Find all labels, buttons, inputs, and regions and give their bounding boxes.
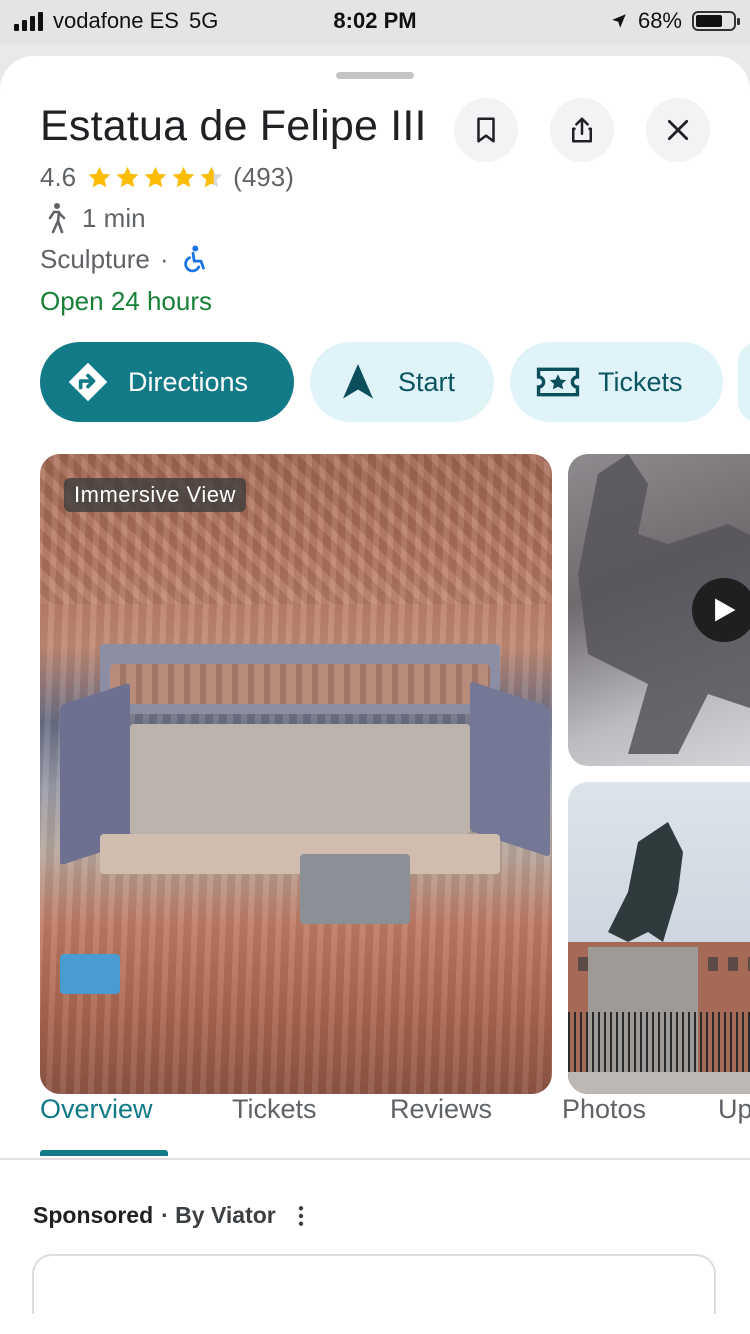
save-button[interactable] [454,98,518,162]
start-label: Start [398,366,456,397]
star-rating [86,164,225,191]
start-button[interactable]: Start [310,342,494,422]
tickets-button[interactable]: Tickets [510,342,723,422]
tab-updates[interactable]: Up [718,1094,750,1125]
star-half-icon [200,166,223,188]
equestrian-statue [568,822,750,1094]
sponsored-by: · By Viator [161,1202,276,1228]
sponsored-label: Sponsored [33,1202,154,1228]
tab-overview[interactable]: Overview [40,1094,153,1125]
walk-time: 1 min [82,202,146,233]
directions-icon [68,362,108,402]
statue-video-thumbnail[interactable] [568,454,750,766]
category-row: Sculpture · [40,244,207,275]
star-icon [144,166,167,188]
place-category: Sculpture [40,244,150,274]
status-right: 68% [610,8,740,34]
star-icon [172,166,195,188]
navigation-arrow-icon [343,364,373,399]
wheelchair-accessible-icon[interactable] [179,244,207,275]
category-separator: · [159,244,169,274]
tab-photos[interactable]: Photos [562,1094,646,1125]
play-icon [715,598,736,622]
statue-photo-thumbnail[interactable] [568,782,750,1094]
battery-icon [692,11,740,31]
status-bar: vodafone ES 5G 8:02 PM 68% [0,0,750,44]
share-icon [572,117,592,143]
sponsored-header: Sponsored · By Viator [33,1202,306,1229]
close-button[interactable] [646,98,710,162]
share-button[interactable] [550,98,614,162]
opening-hours[interactable]: Open 24 hours [40,286,212,317]
immersive-view-photo[interactable]: Immersive View [40,454,552,1094]
active-tab-indicator [40,1150,168,1156]
bookmark-icon [477,117,495,143]
rating-row[interactable]: 4.6 (493) [40,162,294,193]
sponsored-card[interactable] [32,1254,716,1314]
ticket-icon [536,367,580,397]
tab-tickets[interactable]: Tickets [232,1094,317,1125]
rating-value: 4.6 [40,162,77,192]
tickets-label: Tickets [598,366,683,397]
more-actions-chip[interactable] [738,342,750,422]
place-sheet: Estatua de Felipe III 4.6 (493) 1 min Sc… [0,56,750,1334]
location-arrow-icon [612,14,626,28]
star-icon [88,166,111,188]
review-count: (493) [233,162,294,192]
immersive-view-label: Immersive View [64,478,246,512]
close-icon [667,119,689,141]
tab-reviews[interactable]: Reviews [390,1094,492,1125]
walking-person-icon [48,203,66,234]
section-tabs: Overview Tickets Reviews Photos Up [0,1080,750,1160]
battery-percent: 68% [637,8,682,33]
drag-handle[interactable] [336,72,414,79]
more-options-icon[interactable] [296,1205,306,1227]
walk-time-row: 1 min [44,202,146,234]
directions-button[interactable]: Directions [40,342,294,422]
directions-label: Directions [128,366,249,397]
play-video-button[interactable] [692,578,750,642]
place-title: Estatua de Felipe III [40,102,427,150]
star-icon [116,166,139,188]
